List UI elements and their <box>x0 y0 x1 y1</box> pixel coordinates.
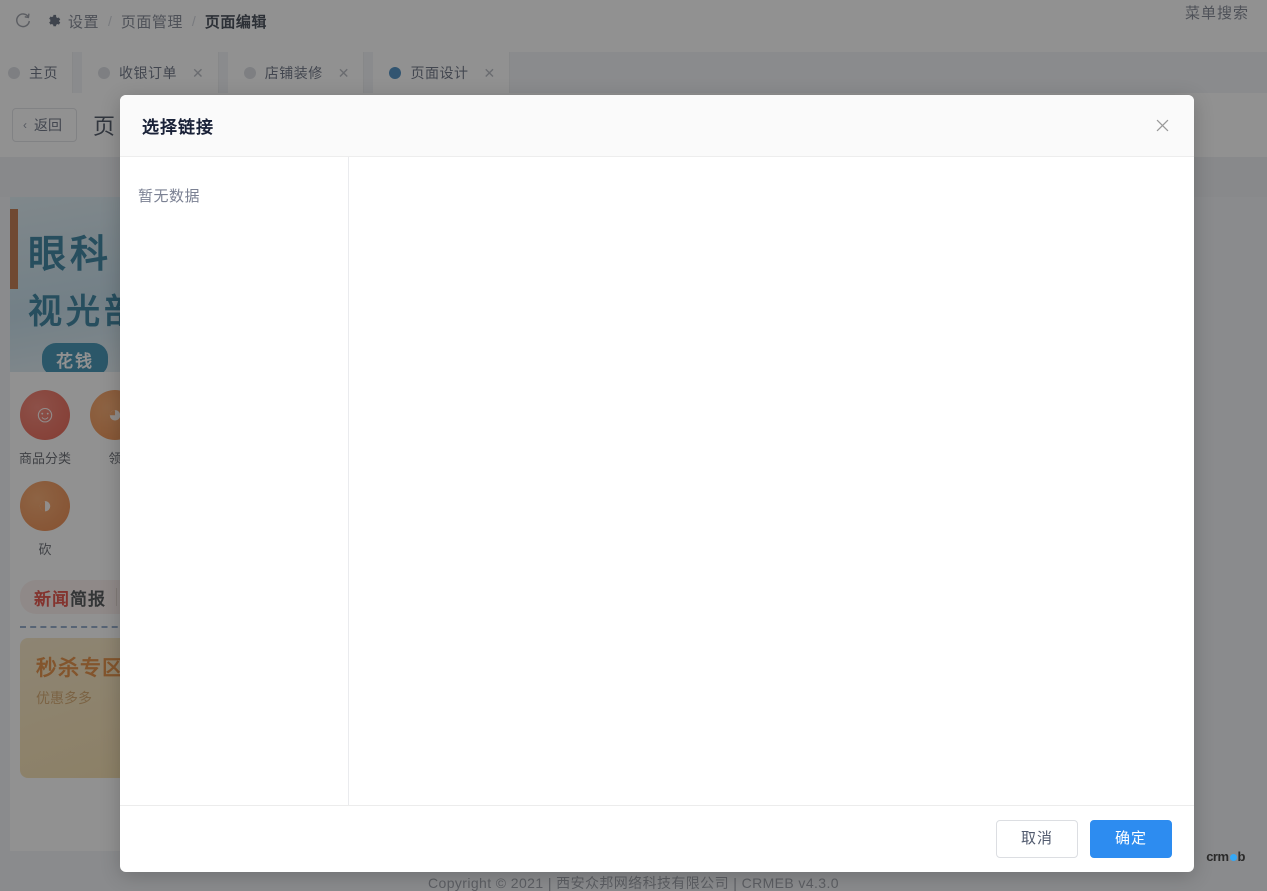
modal-header: 选择链接 <box>120 95 1194 157</box>
modal-body: 暂无数据 <box>120 157 1194 805</box>
select-link-modal: 选择链接 暂无数据 取消 确定 <box>120 95 1194 872</box>
app-root: 设置 / 页面管理 / 页面编辑 菜单搜索 主页 收银订单 ✕ <box>0 0 1267 891</box>
modal-title: 选择链接 <box>142 118 214 137</box>
cancel-button[interactable]: 取消 <box>995 820 1078 858</box>
link-detail-panel[interactable] <box>349 157 1194 805</box>
crmeb-watermark-left: crm <box>1206 849 1229 864</box>
crmeb-watermark: crm b <box>1206 849 1245 864</box>
crmeb-watermark-right: b <box>1237 849 1246 864</box>
close-icon[interactable] <box>1150 114 1174 138</box>
link-category-list[interactable]: 暂无数据 <box>120 157 349 805</box>
modal-footer: 取消 确定 <box>120 805 1194 872</box>
confirm-button[interactable]: 确定 <box>1089 820 1172 858</box>
crmeb-watermark-dot-icon <box>1229 854 1237 861</box>
empty-state-text: 暂无数据 <box>138 188 201 205</box>
